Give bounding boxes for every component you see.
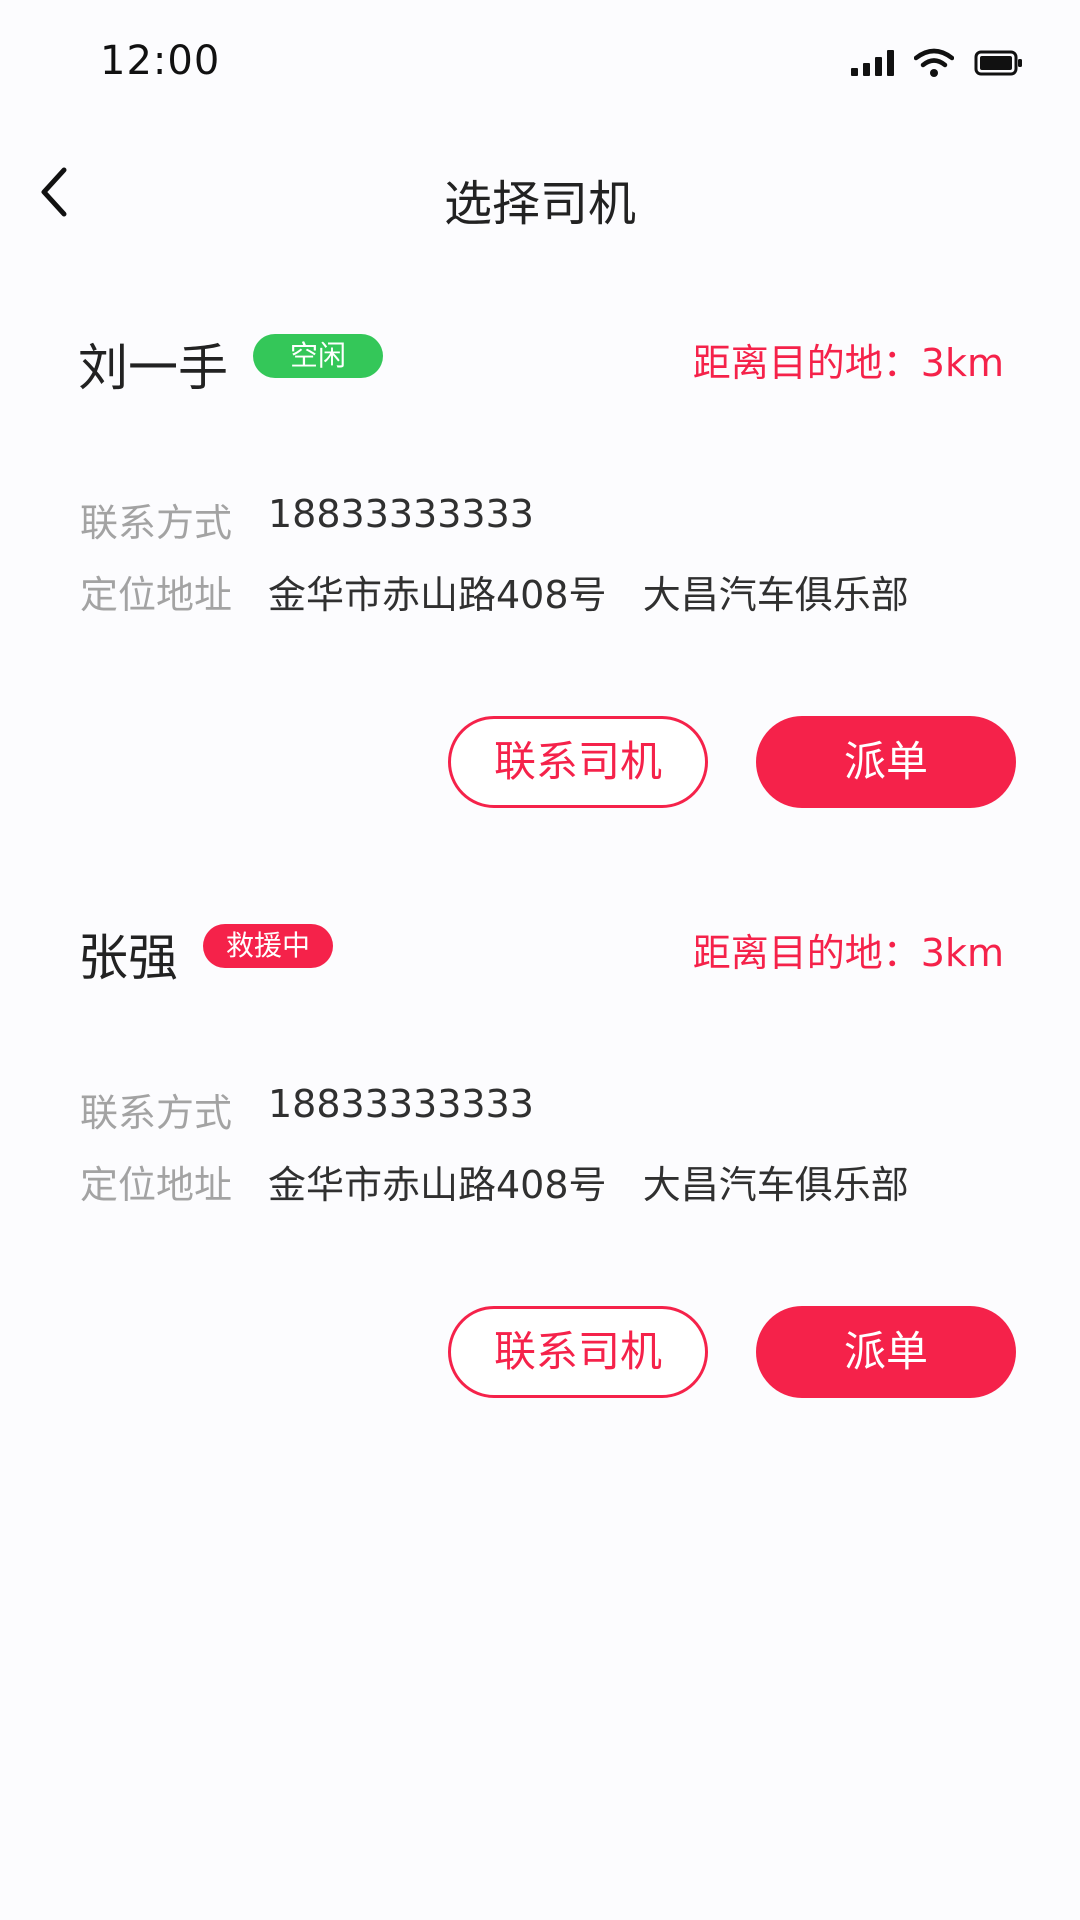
address-row: 定位地址 金华市赤山路408号 大昌汽车俱乐部 [80, 564, 909, 619]
page-title: 选择司机 [443, 176, 636, 232]
address-label: 定位地址 [80, 1163, 233, 1207]
status-time: 12:00 [100, 38, 221, 84]
dispatch-button[interactable]: 派单 [756, 716, 1016, 808]
contact-driver-button[interactable]: 联系司机 [448, 1306, 708, 1398]
driver-name: 张强 [78, 929, 178, 987]
contact-row: 联系方式 18833333333 [80, 1082, 534, 1137]
dispatch-button[interactable]: 派单 [756, 1306, 1016, 1398]
status-bar: 12:00 [0, 0, 1080, 120]
nav-bar: 选择司机 [0, 150, 1080, 240]
address-label: 定位地址 [80, 573, 233, 617]
address-value: 金华市赤山路408号 大昌汽车俱乐部 [268, 573, 909, 617]
driver-card: 刘一手 空闲 距离目的地：3km 联系方式 18833333333 定位地址 金… [0, 300, 1080, 860]
contact-row: 联系方式 18833333333 [80, 492, 534, 547]
battery-icon [974, 50, 1022, 76]
status-badge: 救援中 [203, 924, 333, 968]
status-badge: 空闲 [253, 334, 383, 378]
contact-label: 联系方式 [80, 501, 233, 545]
address-row: 定位地址 金华市赤山路408号 大昌汽车俱乐部 [80, 1154, 909, 1209]
distance-text: 距离目的地：3km [692, 341, 1004, 385]
distance-text: 距离目的地：3km [692, 931, 1004, 975]
status-icons [851, 48, 1024, 78]
wifi-icon [914, 48, 954, 77]
address-value: 金华市赤山路408号 大昌汽车俱乐部 [268, 1163, 909, 1207]
contact-label: 联系方式 [80, 1091, 233, 1135]
driver-card: 张强 救援中 距离目的地：3km 联系方式 18833333333 定位地址 金… [0, 890, 1080, 1450]
contact-value: 18833333333 [268, 1082, 534, 1126]
signal-icon [851, 50, 894, 76]
driver-name: 刘一手 [78, 339, 228, 397]
contact-value: 18833333333 [268, 492, 534, 536]
contact-driver-button[interactable]: 联系司机 [448, 716, 708, 808]
